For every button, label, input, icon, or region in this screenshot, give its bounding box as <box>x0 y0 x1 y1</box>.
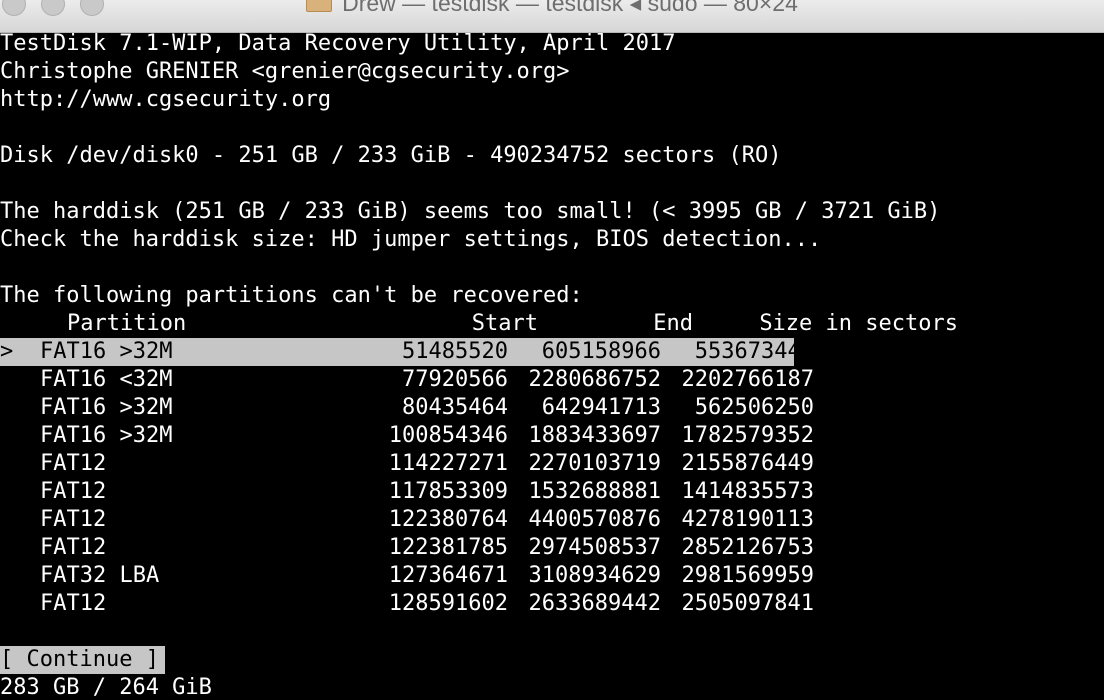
partition-size: 562506250 <box>694 395 814 420</box>
partition-start: 117853309 <box>388 479 508 504</box>
warning-line-1: The harddisk (251 GB / 233 GiB) seems to… <box>0 199 941 224</box>
partition-type: FAT12 <box>40 479 107 504</box>
home-folder-icon <box>306 0 333 13</box>
terminal-window: Drew — testdisk — testdisk ◂ sudo — 80×2… <box>0 0 1104 700</box>
partition-row[interactable]: FAT32 LBA 127364671 3108934629 2981569959 <box>0 562 814 590</box>
partition-list: > FAT16 >32M 51485520 605158966 553673447 FA… <box>0 338 1104 618</box>
partition-end: 4400570876 <box>528 507 661 532</box>
partition-type: FAT16 <32M <box>40 367 173 392</box>
partition-end: 2633689442 <box>528 591 661 616</box>
partition-end: 2280686752 <box>528 367 661 392</box>
partition-row[interactable]: FAT12 122381785 2974508537 2852126753 <box>0 534 814 562</box>
partition-start: 51485520 <box>402 339 508 364</box>
partition-end: 2974508537 <box>528 535 661 560</box>
continue-line: [ Continue ] <box>0 646 1104 674</box>
partition-end: 3108934629 <box>528 563 661 588</box>
partition-type: FAT12 <box>40 451 107 476</box>
title-bar: Drew — testdisk — testdisk ◂ sudo — 80×2… <box>0 0 1104 33</box>
partition-start: 100854346 <box>388 423 508 448</box>
partition-start: 122381785 <box>388 535 508 560</box>
column-end: End <box>653 311 693 336</box>
header-line-2: Christophe GRENIER <grenier@cgsecurity.o… <box>0 59 570 84</box>
partition-size: 4278190113 <box>681 507 814 532</box>
partition-type: FAT16 >32M <box>40 423 173 448</box>
partition-row[interactable]: FAT12 117853309 1532688881 1414835573 <box>0 478 814 506</box>
selection-marker: > <box>0 339 14 364</box>
header-line-1: TestDisk 7.1-WIP, Data Recovery Utility,… <box>0 31 676 56</box>
partition-type: FAT12 <box>40 507 107 532</box>
partition-row[interactable]: FAT12 114227271 2270103719 2155876449 <box>0 450 814 478</box>
partition-start: 128591602 <box>388 591 508 616</box>
column-size: Size in sectors <box>759 311 958 336</box>
partition-start: 77920566 <box>402 367 508 392</box>
partition-end: 2270103719 <box>528 451 661 476</box>
partition-size: 2155876449 <box>681 451 814 476</box>
partition-size: 2505097841 <box>681 591 814 616</box>
window-title: Drew — testdisk — testdisk ◂ sudo — 80×2… <box>342 0 798 16</box>
partition-table-header: Partition Start End Size in sectors <box>0 310 1104 338</box>
partition-end: 605158966 <box>541 339 661 364</box>
partition-type: FAT12 <box>40 535 107 560</box>
terminal-output[interactable]: TestDisk 7.1-WIP, Data Recovery Utility,… <box>0 30 1104 700</box>
partition-size: 1782579352 <box>681 423 814 448</box>
partition-type: FAT16 >32M <box>40 395 173 420</box>
partition-end: 1883433697 <box>528 423 661 448</box>
partition-type: FAT16 >32M <box>40 339 173 364</box>
footer-size: 283 GB / 264 GiB <box>0 675 212 700</box>
continue-button[interactable]: [ Continue ] <box>0 646 165 674</box>
column-partition: Partition <box>67 311 187 336</box>
window-title-area: Drew — testdisk — testdisk ◂ sudo — 80×2… <box>0 0 1104 17</box>
partition-size: 2852126753 <box>681 535 814 560</box>
partition-size: 553673447 <box>694 339 814 364</box>
partitions-title: The following partitions can't be recove… <box>0 283 583 308</box>
partition-start: 80435464 <box>402 395 508 420</box>
header-line-3: http://www.cgsecurity.org <box>0 87 332 112</box>
disk-info: Disk /dev/disk0 - 251 GB / 233 GiB - 490… <box>0 143 782 168</box>
partition-end: 1532688881 <box>528 479 661 504</box>
partition-row[interactable]: FAT12 128591602 2633689442 2505097841 <box>0 590 814 618</box>
partition-start: 114227271 <box>388 451 508 476</box>
partition-row[interactable]: FAT12 122380764 4400570876 4278190113 <box>0 506 814 534</box>
partition-row[interactable]: > FAT16 >32M 51485520 605158966 553673447 <box>0 338 814 366</box>
partition-type: FAT32 LBA <box>40 563 160 588</box>
partition-type: FAT12 <box>40 591 107 616</box>
partition-row[interactable]: FAT16 <32M 77920566 2280686752 2202766187 <box>0 366 814 394</box>
partition-size: 2202766187 <box>681 367 814 392</box>
partition-size: 2981569959 <box>681 563 814 588</box>
warning-line-2: Check the harddisk size: HD jumper setti… <box>0 227 822 252</box>
partition-end: 642941713 <box>541 395 661 420</box>
partition-start: 122380764 <box>388 507 508 532</box>
partition-row[interactable]: FAT16 >32M 100854346 1883433697 1782579352 <box>0 422 814 450</box>
partition-row[interactable]: FAT16 >32M 80435464 642941713 562506250 <box>0 394 814 422</box>
column-start: Start <box>471 311 538 336</box>
partition-start: 127364671 <box>388 563 508 588</box>
partition-size: 1414835573 <box>681 479 814 504</box>
